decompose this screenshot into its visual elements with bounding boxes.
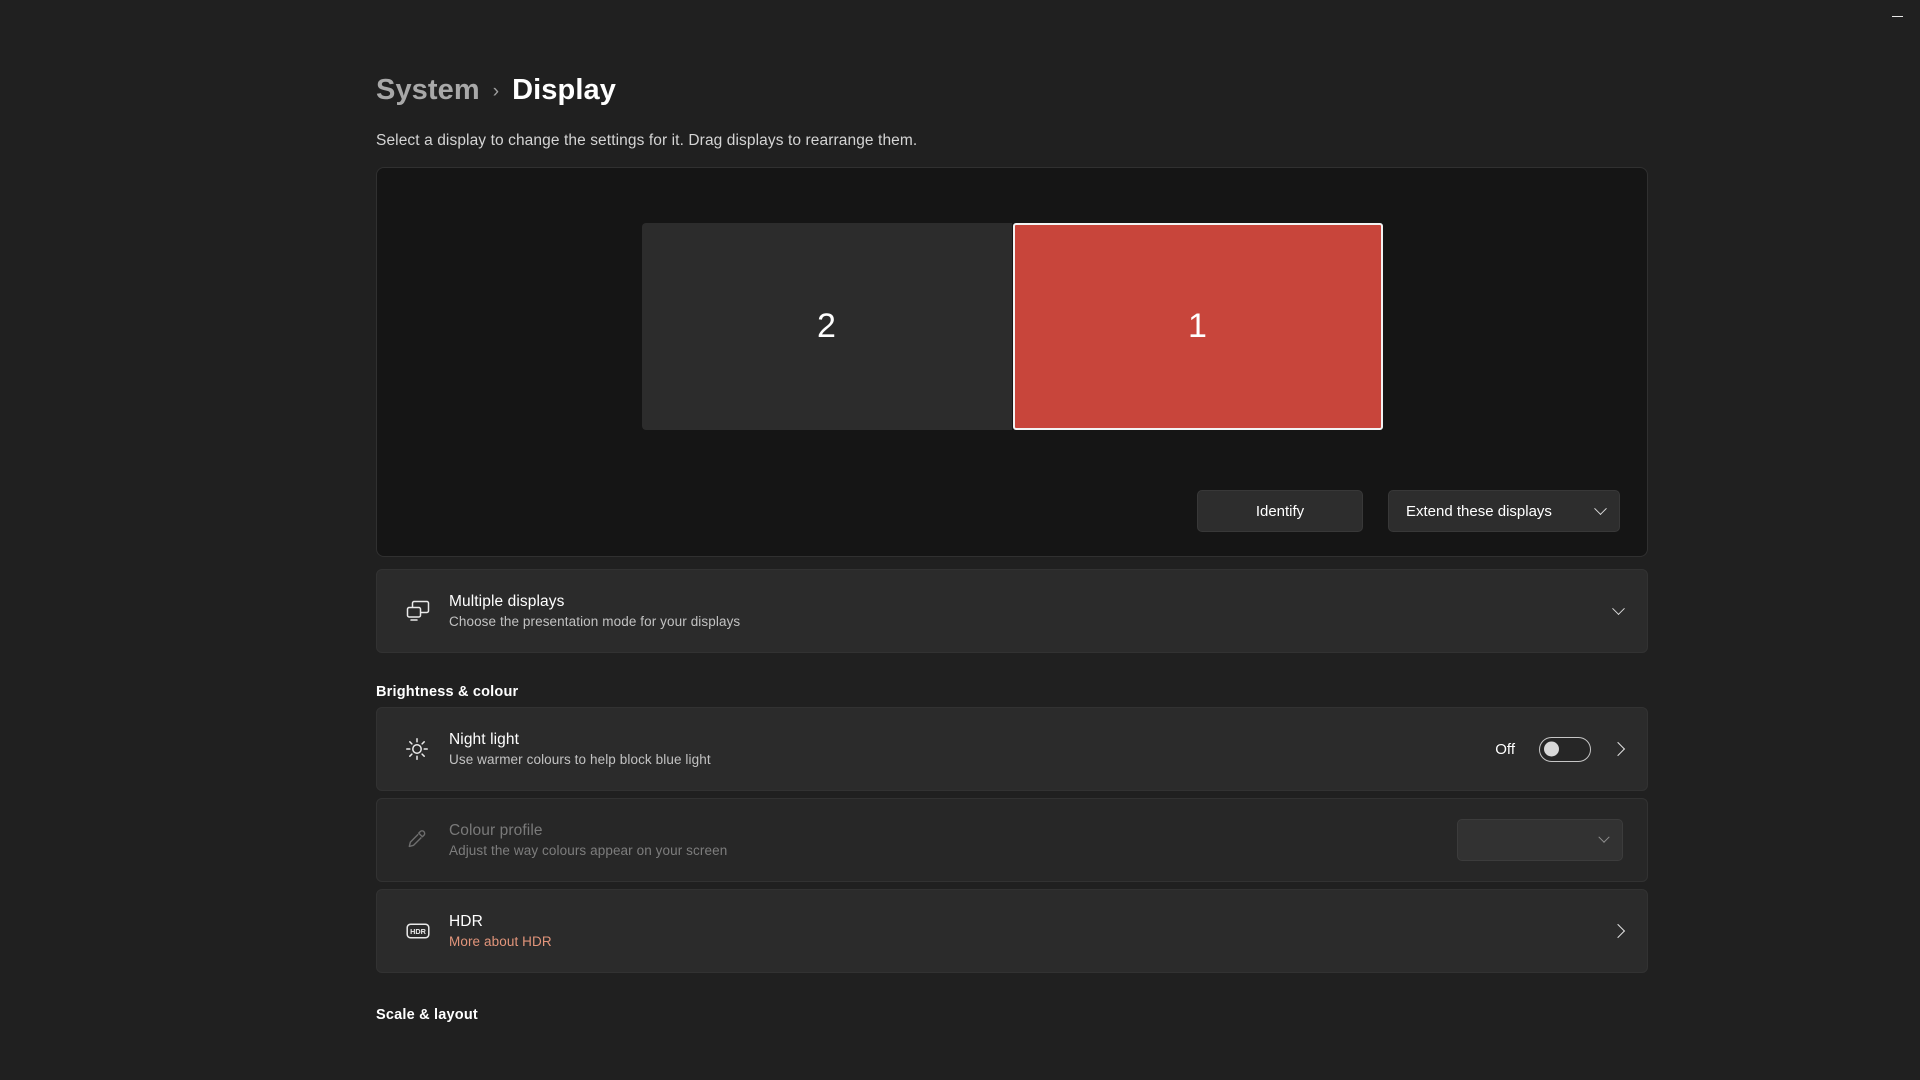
settings-page: System › Display Select a display to cha…: [376, 0, 1648, 1026]
multiple-displays-icon: [405, 600, 449, 622]
multiple-displays-subtitle: Choose the presentation mode for your di…: [449, 614, 741, 629]
minimize-icon: [1891, 15, 1903, 17]
chevron-right-icon: [1610, 923, 1626, 939]
monitor-group: 2 1: [377, 223, 1647, 430]
display-number-1: 1: [1188, 307, 1207, 345]
multiple-displays-expand[interactable]: [1612, 601, 1625, 616]
identify-button-label: Identify: [1255, 502, 1305, 520]
minimize-button[interactable]: [1874, 0, 1920, 32]
night-light-toggle-state: Off: [1495, 740, 1515, 758]
breadcrumb-separator-icon: ›: [492, 80, 500, 102]
night-light-subtitle: Use warmer colours to help block blue li…: [449, 752, 711, 767]
colour-profile-dropdown: [1457, 819, 1623, 861]
brightness-sun-icon: [405, 737, 449, 761]
colour-profile-controls: [1457, 819, 1623, 861]
multiple-displays-text: Multiple displays Choose the presentatio…: [449, 593, 1614, 629]
page-title: Display: [512, 73, 616, 106]
identify-button[interactable]: Identify: [1197, 490, 1363, 532]
display-arrangement-panel[interactable]: 2 1 Identify Extend these displays: [376, 167, 1648, 557]
hdr-text: HDR More about HDR: [449, 913, 1613, 949]
chevron-right-icon[interactable]: [1610, 741, 1626, 757]
night-light-toggle[interactable]: [1539, 736, 1591, 762]
multiple-displays-row[interactable]: Multiple displays Choose the presentatio…: [376, 569, 1648, 653]
night-light-title: Night light: [449, 731, 520, 748]
section-heading-brightness-colour: Brightness & colour: [376, 684, 519, 700]
eyedropper-icon: [405, 828, 449, 852]
colour-profile-title: Colour profile: [449, 822, 543, 839]
toggle-knob: [1544, 741, 1559, 757]
hdr-title: HDR: [449, 913, 483, 930]
breadcrumb: System › Display: [376, 70, 1648, 110]
hdr-icon: HDR: [405, 920, 449, 942]
colour-profile-text: Colour profile Adjust the way colours ap…: [449, 822, 1457, 858]
hdr-row[interactable]: HDR HDR More about HDR: [376, 889, 1648, 973]
display-mode-dropdown[interactable]: Extend these displays: [1388, 490, 1620, 532]
breadcrumb-system-link[interactable]: System: [376, 74, 480, 107]
display-number-2: 2: [817, 307, 836, 345]
display-thumbnail-1[interactable]: 1: [1012, 223, 1383, 430]
chevron-down-icon: [1598, 831, 1610, 843]
display-thumbnail-2[interactable]: 2: [641, 223, 1012, 430]
night-light-text: Night light Use warmer colours to help b…: [449, 731, 1495, 767]
hdr-expand[interactable]: [1610, 923, 1626, 939]
svg-text:HDR: HDR: [410, 927, 427, 936]
chevron-down-icon: [1594, 501, 1607, 515]
chevron-down-icon: [1612, 601, 1625, 615]
night-light-controls: Off: [1495, 736, 1626, 762]
arrangement-actions: Identify Extend these displays: [1197, 490, 1620, 532]
section-heading-scale-layout: Scale & layout: [376, 1007, 478, 1023]
page-description: Select a display to change the settings …: [376, 132, 918, 149]
colour-profile-subtitle: Adjust the way colours appear on your sc…: [449, 843, 728, 858]
more-about-hdr-link[interactable]: More about HDR: [449, 934, 1613, 949]
multiple-displays-title: Multiple displays: [449, 593, 565, 610]
night-light-row[interactable]: Night light Use warmer colours to help b…: [376, 707, 1648, 791]
display-mode-value: Extend these displays: [1406, 502, 1552, 520]
colour-profile-row: Colour profile Adjust the way colours ap…: [376, 798, 1648, 882]
